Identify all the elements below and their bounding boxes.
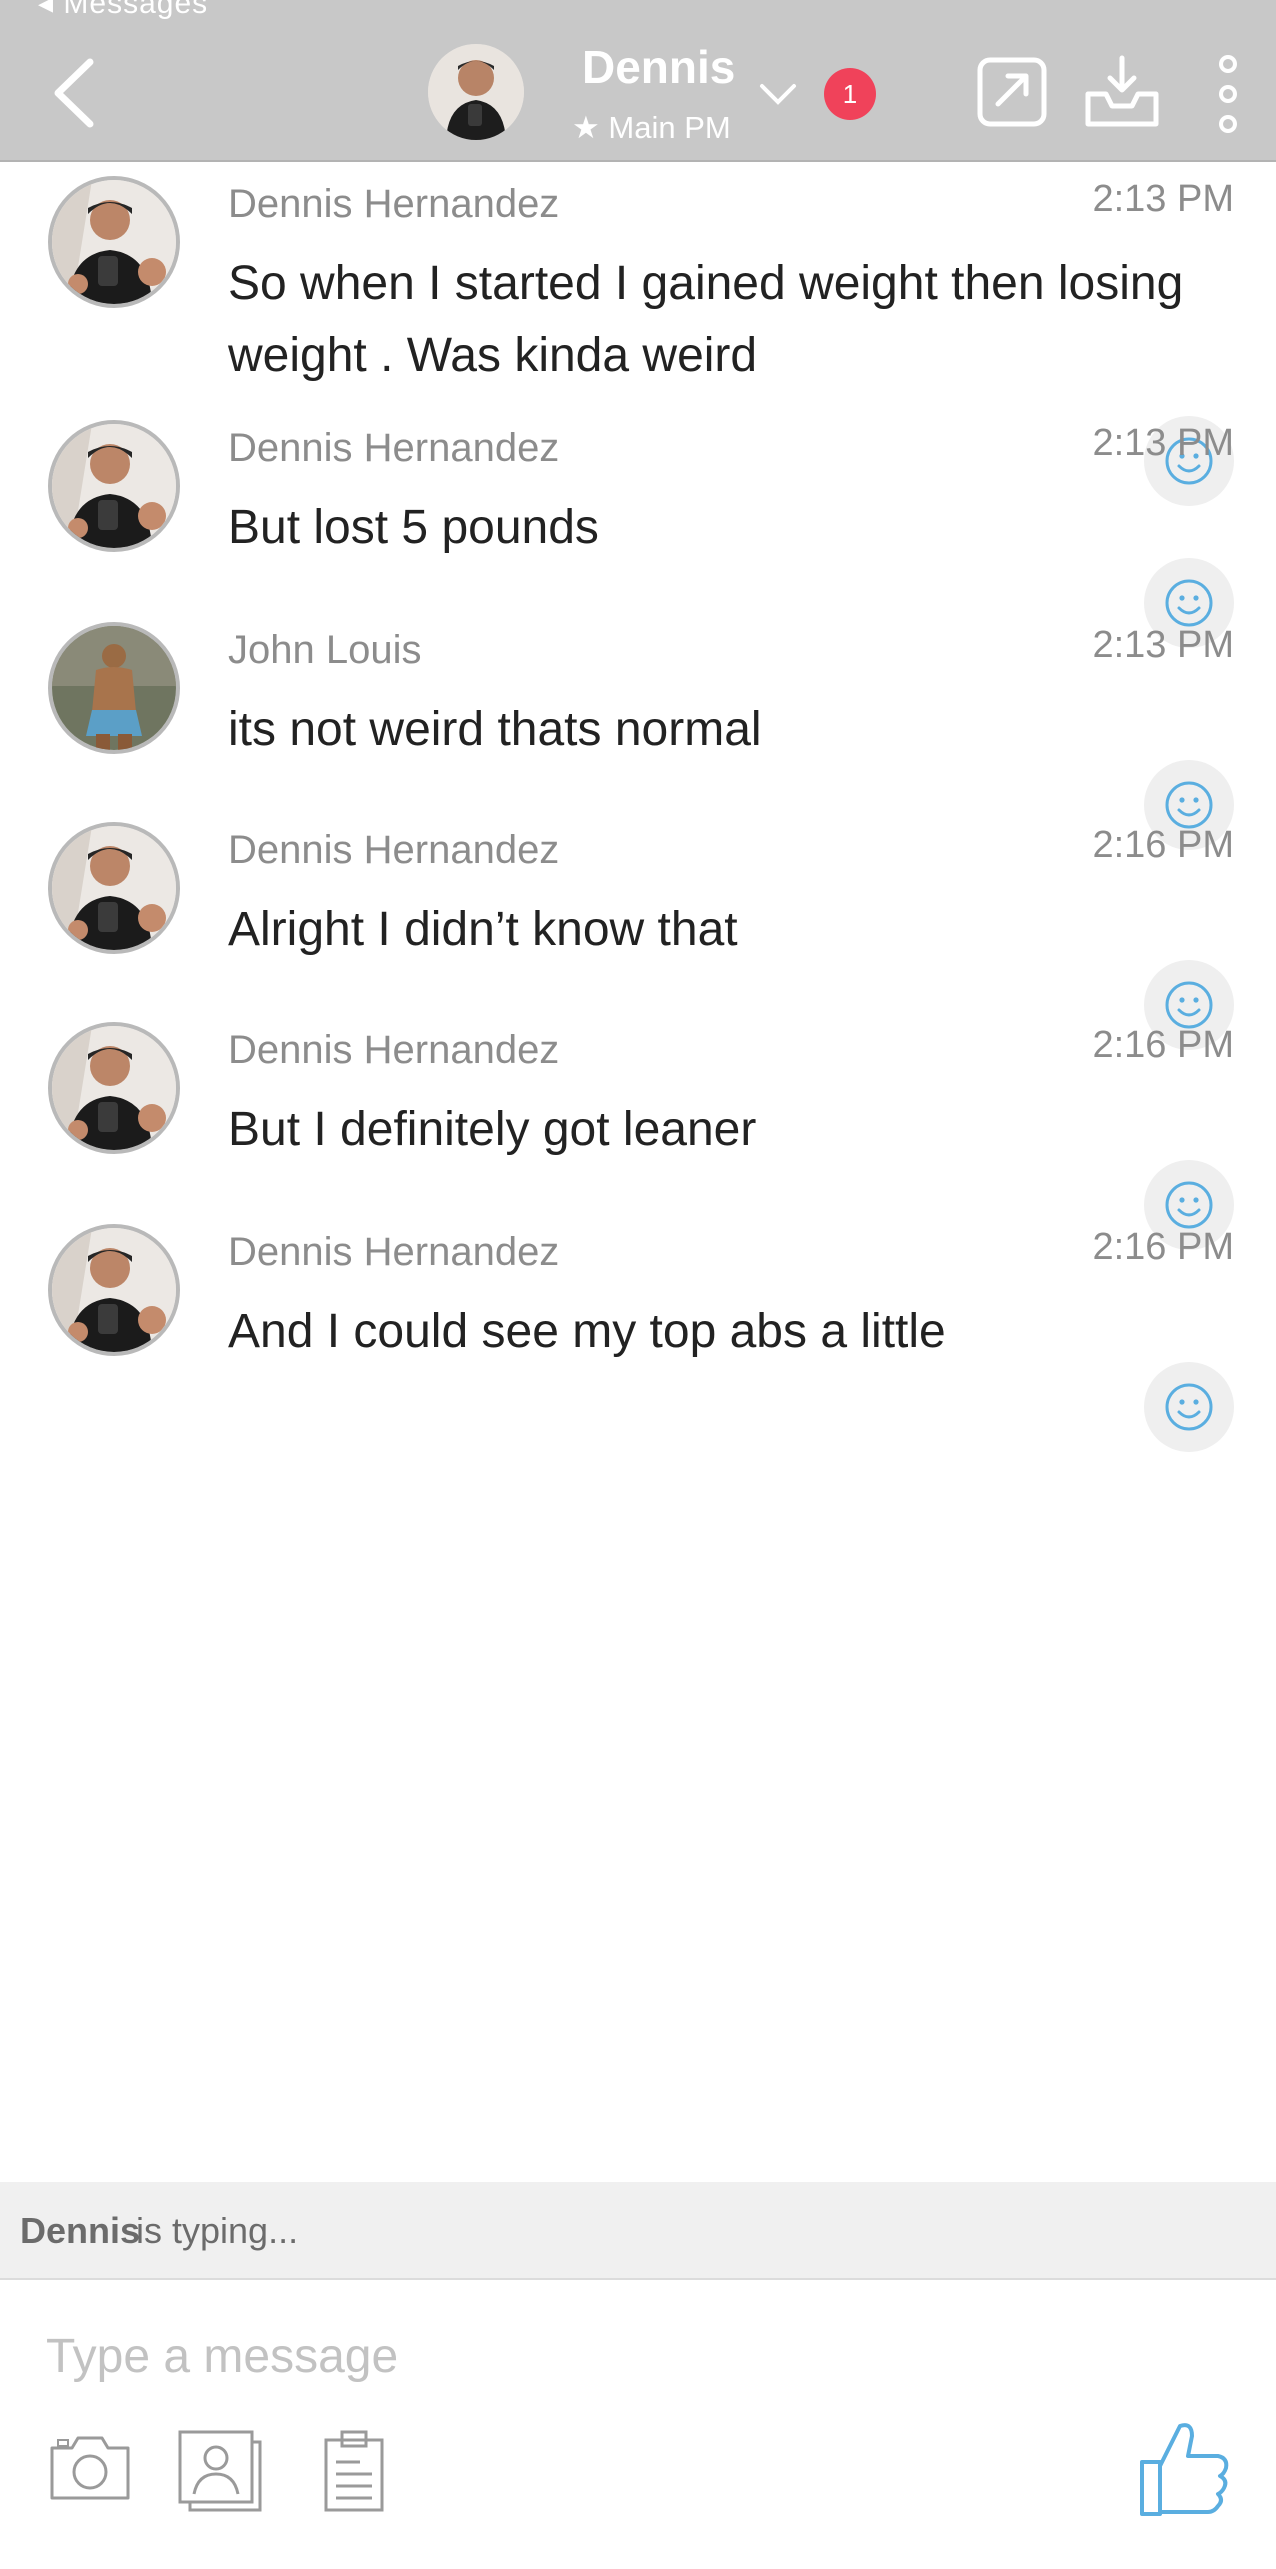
message-row[interactable]: Dennis Hernandez 2:13 PM So when I started…	[0, 162, 1276, 506]
header-subtitle: ★ Main PM	[572, 110, 731, 145]
avatar-photo-icon	[428, 44, 524, 140]
message-row[interactable]: John Louis 2:13 PM its not weird thats nor…	[0, 608, 1276, 850]
thumbs-up-icon[interactable]	[1136, 2416, 1232, 2520]
avatar-photo-icon	[52, 180, 176, 304]
message-text: its not weird thats normal	[228, 703, 762, 756]
message-time: 2:13 PM	[1092, 178, 1234, 220]
message-avatar[interactable]	[48, 1022, 180, 1154]
avatar-photo-icon	[52, 826, 176, 950]
message-row[interactable]: Dennis Hernandez 2:16 PM And I could see m…	[0, 1210, 1276, 1452]
typing-indicator: Dennis is typing...	[0, 2182, 1276, 2280]
message-row[interactable]: Dennis Hernandez 2:16 PM Alright I didn’t …	[0, 808, 1276, 1050]
message-text: But lost 5 pounds	[228, 501, 599, 554]
inbox-download-icon[interactable]	[1082, 54, 1162, 130]
notification-badge[interactable]: 1	[824, 68, 876, 120]
message-sender: Dennis Hernandez	[228, 182, 560, 226]
message-row[interactable]: Dennis Hernandez 2:16 PM But I definitely …	[0, 1008, 1276, 1250]
typing-status-text: is typing...	[136, 2210, 299, 2251]
avatar-photo-icon	[52, 424, 176, 548]
clipboard-document-icon[interactable]	[320, 2428, 388, 2514]
message-row[interactable]: Dennis Hernandez 2:13 PM But lost 5 pounds	[0, 406, 1276, 648]
message-time: 2:16 PM	[1092, 824, 1234, 866]
message-sender: John Louis	[228, 628, 422, 672]
avatar-photo-icon	[52, 1026, 176, 1150]
message-time: 2:16 PM	[1092, 1024, 1234, 1066]
message-avatar[interactable]	[48, 420, 180, 552]
more-vertical-icon[interactable]	[1210, 54, 1246, 134]
message-time: 2:16 PM	[1092, 1226, 1234, 1268]
avatar-photo-icon	[52, 1228, 176, 1352]
message-composer	[0, 2280, 1276, 2569]
message-list[interactable]: Dennis Hernandez 2:13 PM So when I started…	[0, 162, 1276, 2182]
camera-icon[interactable]	[46, 2428, 134, 2504]
message-time: 2:13 PM	[1092, 624, 1234, 666]
message-sender: Dennis Hernandez	[228, 426, 560, 470]
back-chevron-icon[interactable]	[46, 48, 106, 138]
message-avatar[interactable]	[48, 822, 180, 954]
message-text: So when I started I gained weight then l…	[228, 257, 1184, 382]
chat-header: ◂ Messages Dennis ★ Main PM 1	[0, 0, 1276, 162]
message-sender: Dennis Hernandez	[228, 828, 560, 872]
contact-card-icon[interactable]	[176, 2428, 264, 2514]
chevron-down-icon[interactable]	[758, 78, 798, 108]
message-time: 2:13 PM	[1092, 422, 1234, 464]
share-external-icon[interactable]	[976, 54, 1050, 128]
typing-user-name: Dennis	[20, 2210, 141, 2251]
message-avatar[interactable]	[48, 622, 180, 754]
smiley-face-icon	[1165, 1383, 1213, 1431]
message-input[interactable]	[44, 2320, 1048, 2392]
avatar-photo-icon	[52, 626, 176, 750]
message-avatar[interactable]	[48, 1224, 180, 1356]
header-title[interactable]: Dennis	[582, 40, 735, 94]
status-bar-back-link[interactable]: ◂ Messages	[38, 0, 208, 21]
message-sender: Dennis Hernandez	[228, 1028, 560, 1072]
message-avatar[interactable]	[48, 176, 180, 308]
message-text: And I could see my top abs a little	[228, 1305, 946, 1358]
header-avatar[interactable]	[428, 44, 524, 140]
message-sender: Dennis Hernandez	[228, 1230, 560, 1274]
message-text: But I definitely got leaner	[228, 1103, 757, 1156]
add-reaction-button[interactable]	[1144, 1362, 1234, 1452]
message-text: Alright I didn’t know that	[228, 903, 738, 956]
